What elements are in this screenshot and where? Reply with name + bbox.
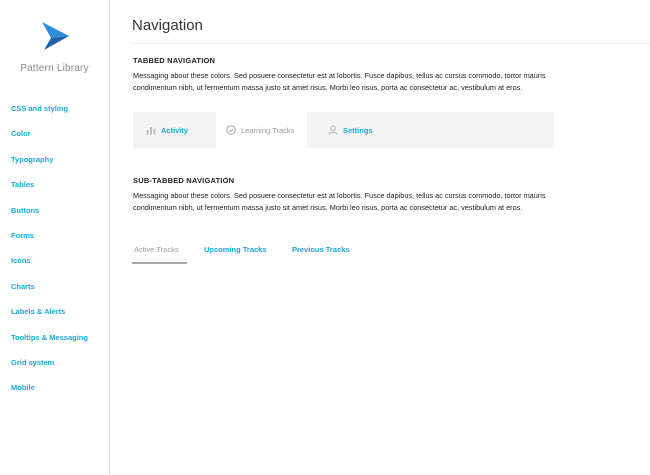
sidebar-item-css-and-styling[interactable]: CSS and styling [11,103,88,128]
sidebar-nav: CSS and styling Color Typography Tables … [11,103,88,408]
subtabbed-nav-heading: SUB-TABBED NAVIGATION [133,176,235,185]
sidebar-item-tooltips-messaging[interactable]: Tooltips & Messaging [11,332,88,357]
sidebar-item-color[interactable]: Color [11,128,88,153]
sidebar-item-tables[interactable]: Tables [11,179,88,204]
logo-icon[interactable] [40,22,70,50]
library-title: Pattern Library [20,63,89,74]
page-title: Navigation [132,17,203,34]
sidebar-item-forms[interactable]: Forms [11,230,88,255]
subtab-active-tracks[interactable]: Active Tracks [134,245,179,254]
sidebar-item-grid-system[interactable]: Grid system [11,357,88,382]
sidebar-item-icons[interactable]: Icons [11,255,88,280]
tabbed-nav-description: Messaging about these colors. Sed posuer… [133,71,546,92]
tab-settings[interactable]: Settings [328,112,373,148]
title-divider [132,43,650,44]
sidebar-item-labels-alerts[interactable]: Labels & Alerts [11,306,88,331]
sidebar: Pattern Library CSS and styling Color Ty… [0,0,110,475]
tab-activity-label: Activity [161,125,189,135]
subtabbed-nav-description: Messaging about these colors. Sed posuer… [133,191,546,212]
active-subtab-indicator [132,262,187,264]
tab-bar: Activity Learning Tracks Settings [133,112,554,148]
sidebar-item-typography[interactable]: Typography [11,154,88,179]
user-icon [328,125,338,135]
sidebar-item-buttons[interactable]: Buttons [11,205,88,230]
subtab-upcoming-tracks[interactable]: Upcoming Tracks [204,245,267,254]
bar-chart-icon [146,127,156,135]
sidebar-item-mobile[interactable]: Mobile [11,382,88,407]
tab-learning-tracks-label: Learning Tracks [241,125,295,135]
check-circle-icon [226,125,236,135]
tab-learning-tracks[interactable]: Learning Tracks [216,112,308,148]
subtab-previous-tracks[interactable]: Previous Tracks [292,245,350,254]
tab-activity[interactable]: Activity [146,112,188,148]
sidebar-item-charts[interactable]: Charts [11,281,88,306]
tabbed-nav-heading: TABBED NAVIGATION [133,56,216,65]
tab-settings-label: Settings [343,125,373,135]
